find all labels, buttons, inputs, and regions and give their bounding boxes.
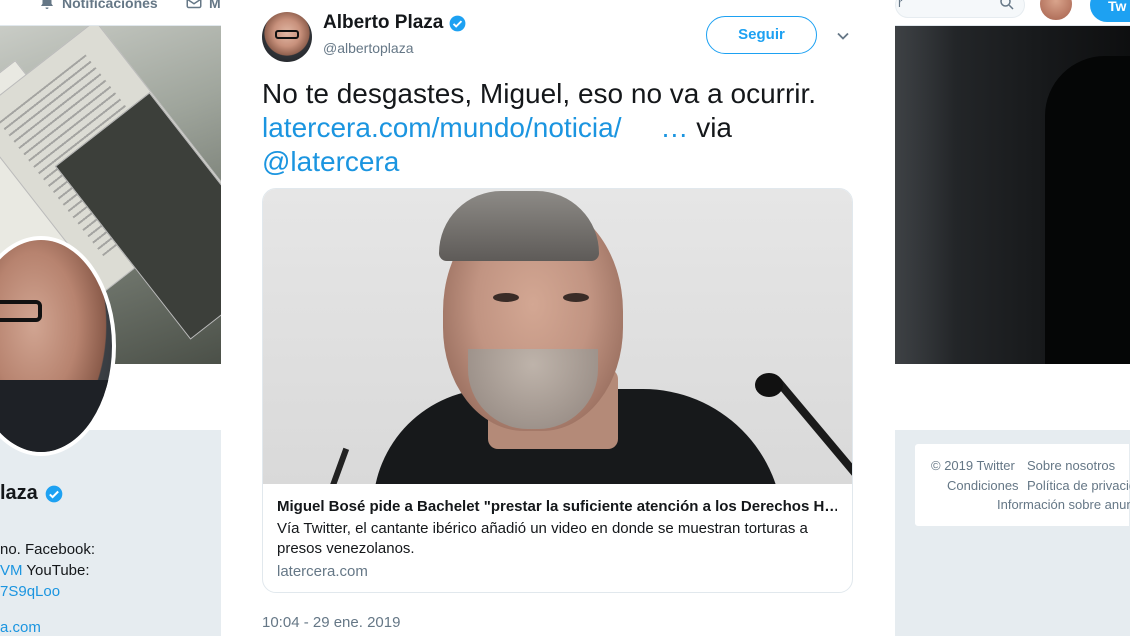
profile-nav-bar — [895, 364, 1130, 430]
profile-bio-line: VM YouTube: — [0, 562, 90, 579]
footer-links: © 2019 Twitter Sobre nosotros Condicione… — [914, 443, 1130, 527]
nav-notifications-label: Notificaciones — [62, 0, 158, 11]
author-handle[interactable]: @albertoplaza — [323, 40, 414, 56]
verified-badge-icon — [449, 15, 466, 31]
author-name[interactable]: Alberto Plaza — [323, 12, 467, 34]
author-avatar-glasses — [275, 30, 299, 39]
tweet-timestamp[interactable]: 10:04 - 29 ene. 2019 — [262, 614, 400, 631]
follow-button[interactable]: Seguir — [706, 16, 817, 54]
card-title: Miguel Bosé pide a Bachelet "prestar la … — [277, 498, 837, 515]
profile-website-link[interactable]: a.com — [0, 619, 41, 636]
nav-messages[interactable]: M — [185, 0, 221, 12]
tweet-text-main: No te desgastes, Miguel, eso no va a ocu… — [262, 78, 817, 109]
footer-link-privacy[interactable]: Política de privacid — [1027, 478, 1130, 493]
profile-name-text: laza — [0, 482, 38, 504]
tweet-link[interactable]: latercera.com/mundo/noticia/ — [262, 112, 622, 143]
tweet-button-label: Tw — [1108, 0, 1127, 14]
chevron-down-icon[interactable] — [835, 28, 851, 44]
profile-avatar-glasses — [0, 300, 42, 322]
author-avatar[interactable] — [262, 12, 312, 62]
profile-banner-right — [895, 26, 1130, 364]
nav-notifications[interactable]: Notificaciones — [38, 0, 158, 12]
tweet-mention-link[interactable]: @latercera — [262, 146, 399, 177]
verified-badge-icon — [45, 485, 63, 502]
card-image — [263, 189, 852, 484]
card-image-microphone-head — [755, 373, 783, 397]
link-preview-card[interactable]: Miguel Bosé pide a Bachelet "prestar la … — [262, 188, 853, 593]
search-icon[interactable] — [998, 0, 1016, 12]
card-image-microphone — [322, 447, 350, 484]
nav-messages-label: M — [209, 0, 221, 11]
tweet-button[interactable]: Tw — [1090, 0, 1130, 22]
profile-avatar-shirt — [0, 380, 112, 452]
profile-bio-link[interactable]: VM — [0, 562, 23, 579]
profile-bio-link[interactable]: 7S9qLoo — [0, 583, 60, 600]
bell-icon — [41, 0, 53, 9]
card-description: Vía Twitter, el cantante ibérico añadió … — [277, 520, 808, 557]
profile-avatar[interactable] — [0, 236, 116, 456]
profile-name: laza — [0, 482, 64, 505]
profile-bio-text: YouTube: — [26, 562, 90, 579]
footer-copyright: © 2019 Twitter — [931, 458, 1015, 473]
author-name-text: Alberto Plaza — [323, 12, 444, 33]
footer-link-ads-info[interactable]: Información sobre anun — [997, 497, 1130, 512]
search-input[interactable]: r — [895, 0, 1025, 18]
card-image-hair — [439, 191, 599, 261]
card-image-microphone-stem — [775, 378, 852, 476]
card-image-eye — [493, 293, 519, 302]
profile-bio-line: no. Facebook: — [0, 541, 96, 558]
tweet-modal: Alberto Plaza @albertoplaza Seguir No te… — [221, 0, 895, 636]
footer-link-about[interactable]: Sobre nosotros — [1027, 458, 1115, 473]
tweet-text: No te desgastes, Miguel, eso no va a ocu… — [262, 77, 862, 179]
banner-glow — [895, 26, 955, 364]
card-image-eye — [563, 293, 589, 302]
card-domain: latercera.com — [277, 563, 368, 580]
envelope-icon — [186, 0, 202, 9]
user-avatar[interactable] — [1038, 0, 1074, 22]
tweet-link-ellipsis[interactable]: … — [660, 112, 688, 143]
banner-silhouette — [1045, 56, 1130, 364]
search-input-text: r — [898, 0, 903, 10]
footer-link-conditions[interactable]: Condiciones — [947, 478, 1019, 493]
tweet-via-text: via — [696, 112, 732, 143]
